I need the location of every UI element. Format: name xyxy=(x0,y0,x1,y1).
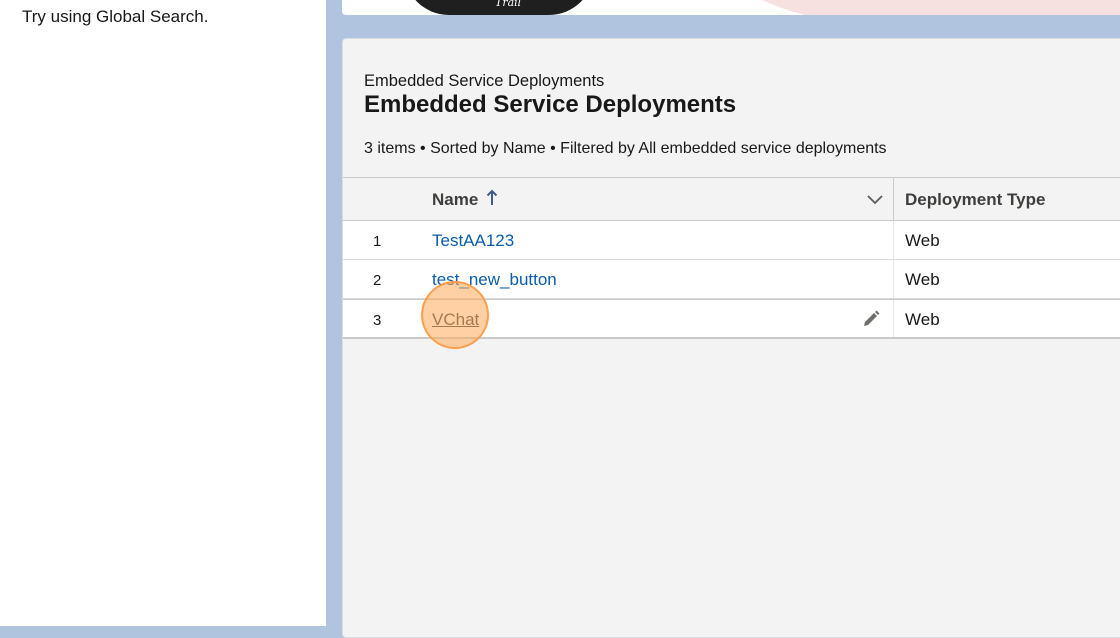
object-label: Embedded Service Deployments xyxy=(364,72,605,90)
left-panel: Try using Global Search. xyxy=(0,0,326,626)
cell-divider xyxy=(893,300,894,337)
row-number: 2 xyxy=(373,272,382,289)
table-row: 3 VChat Web xyxy=(343,299,1120,339)
list-view-title: Embedded Service Deployments xyxy=(364,91,737,118)
record-link[interactable]: VChat xyxy=(432,310,479,330)
cell-divider xyxy=(893,260,894,298)
table-row: 1 TestAA123 Web xyxy=(343,221,1120,260)
table-row: 2 test_new_button Web xyxy=(343,260,1120,299)
banner-illustration-text: Trail xyxy=(495,0,522,9)
header-banner: Trail xyxy=(342,0,1120,15)
cell-divider xyxy=(893,221,894,259)
record-link[interactable]: test_new_button xyxy=(432,270,557,290)
deployments-table: Name Deployment Type 1 TestAA123 Web 2 t… xyxy=(343,177,1120,339)
table-header: Name Deployment Type xyxy=(343,177,1120,221)
global-search-hint: Try using Global Search. xyxy=(22,7,209,26)
column-divider[interactable] xyxy=(893,178,894,220)
deployment-type-cell: Web xyxy=(905,270,940,289)
list-view-meta: 3 items • Sorted by Name • Filtered by A… xyxy=(364,140,887,157)
banner-decoration xyxy=(722,0,1120,15)
column-header-deployment-type[interactable]: Deployment Type xyxy=(905,190,1045,210)
deployment-type-cell: Web xyxy=(905,310,940,329)
record-link[interactable]: TestAA123 xyxy=(432,231,514,251)
row-number: 3 xyxy=(373,312,382,329)
list-view-card: Embedded Service Deployments Embedded Se… xyxy=(342,38,1120,638)
column-header-name[interactable]: Name xyxy=(432,190,478,210)
sort-ascending-icon[interactable] xyxy=(485,188,499,208)
deployment-type-cell: Web xyxy=(905,231,940,250)
pencil-icon[interactable] xyxy=(861,309,881,329)
row-number: 1 xyxy=(373,233,382,250)
chevron-down-icon[interactable] xyxy=(866,192,884,206)
